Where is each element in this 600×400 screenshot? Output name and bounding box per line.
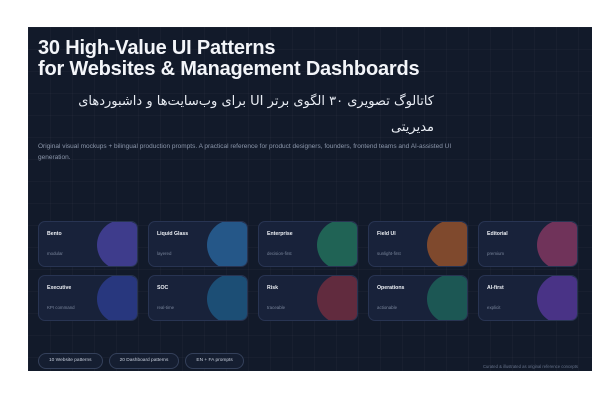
card-label: AI-first — [487, 285, 504, 291]
card-meta: KPI command — [47, 305, 75, 310]
pattern-card-risk[interactable]: Risk traceable — [258, 275, 358, 321]
card-accent-shape — [537, 276, 577, 320]
pattern-card-enterprise[interactable]: Enterprise decision-first — [258, 221, 358, 267]
card-accent-shape — [207, 276, 247, 320]
pattern-card-executive[interactable]: Executive KPI command — [38, 275, 138, 321]
page-title-line-1: 30 High-Value UI Patterns — [38, 37, 276, 59]
card-label: Bento — [47, 231, 62, 237]
card-accent-shape — [97, 276, 137, 320]
card-accent-shape — [317, 222, 357, 266]
card-label: Enterprise — [267, 231, 293, 237]
card-meta: actionable — [377, 305, 398, 310]
card-accent-shape — [427, 276, 467, 320]
card-label: Executive — [47, 285, 72, 291]
card-label: Field UI — [377, 231, 396, 237]
card-meta: explicit — [487, 305, 501, 310]
card-meta: layered — [157, 251, 172, 256]
card-label: SOC — [157, 285, 169, 291]
pattern-card-grid: Bento modular Liquid Glass layered Enterpris… — [38, 221, 578, 321]
stat-pill: 10 Website patterns — [38, 353, 103, 369]
card-meta: sunlight-first — [377, 251, 401, 256]
card-accent-shape — [317, 276, 357, 320]
card-accent-shape — [207, 222, 247, 266]
page-title: 30 High-Value UI Patterns for Websites &… — [38, 37, 420, 80]
card-label: Risk — [267, 285, 278, 291]
card-label: Editorial — [487, 231, 508, 237]
stat-pill: 20 Dashboard patterns — [108, 353, 180, 369]
hero-panel: 30 High-Value UI Patterns for Websites &… — [28, 27, 592, 371]
footnote: Curated & illustrated as original refere… — [483, 364, 578, 369]
card-meta: premium — [487, 251, 505, 256]
page-subtitle: Original visual mockups + bilingual prod… — [38, 143, 452, 161]
card-meta: real-time — [157, 305, 175, 310]
pattern-card-editorial[interactable]: Editorial premium — [478, 221, 578, 267]
pattern-card-soc[interactable]: SOC real-time — [148, 275, 248, 321]
card-accent-shape — [97, 222, 137, 266]
page-title-line-2: for Websites & Management Dashboards — [38, 58, 420, 80]
card-meta: traceable — [267, 305, 286, 310]
pattern-card-liquid-glass[interactable]: Liquid Glass layered — [148, 221, 248, 267]
pattern-card-ai-first[interactable]: AI-first explicit — [478, 275, 578, 321]
persian-title: کاتالوگ تصویری ۳۰ الگوی برتر UI برای وب‌… — [78, 94, 434, 135]
pattern-card-bento[interactable]: Bento modular — [38, 221, 138, 267]
card-label: Operations — [377, 285, 405, 291]
card-accent-shape — [537, 222, 577, 266]
card-label: Liquid Glass — [157, 231, 189, 237]
pattern-card-operations[interactable]: Operations actionable — [368, 275, 468, 321]
stat-pill-row: 10 Website patterns 20 Dashboard patterns… — [38, 353, 244, 369]
pattern-card-field-ui[interactable]: Field UI sunlight-first — [368, 221, 468, 267]
card-meta: decision-first — [267, 251, 292, 256]
card-meta: modular — [47, 251, 63, 256]
stat-pill: EN + FA prompts — [185, 353, 244, 369]
card-accent-shape — [427, 222, 467, 266]
